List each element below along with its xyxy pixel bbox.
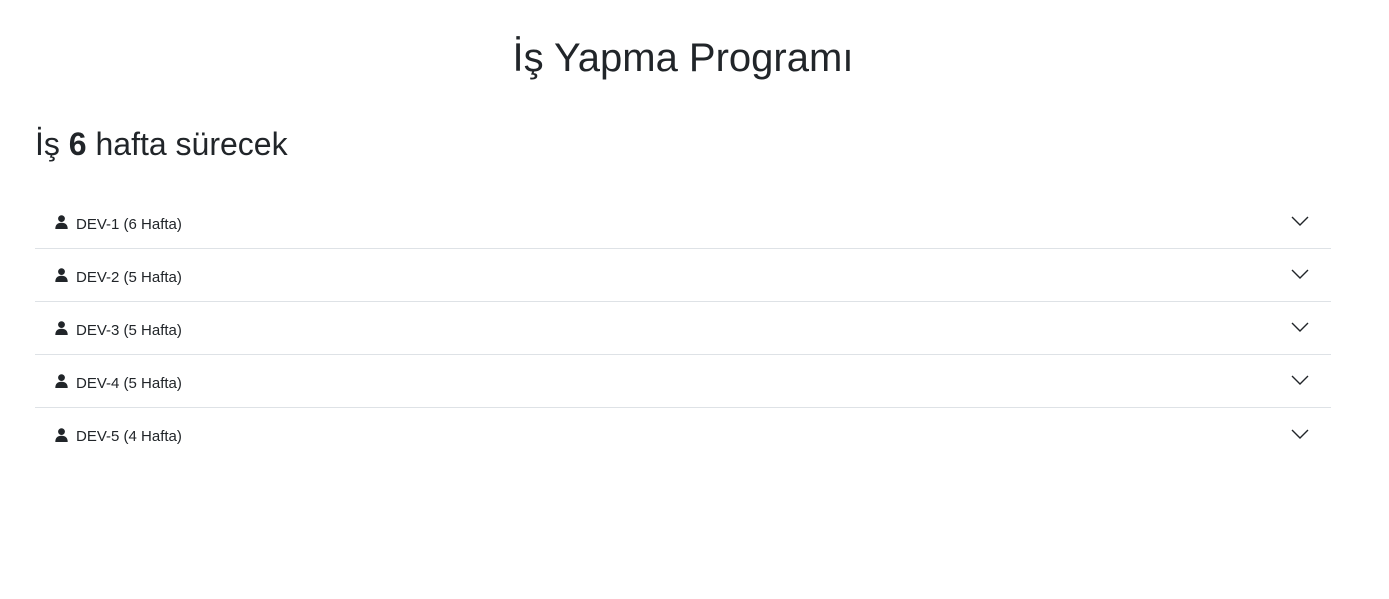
accordion-item-dev-1[interactable]: DEV-1 (6 Hafta) [35,196,1331,249]
user-icon [55,374,68,388]
duration-summary: İş 6 hafta sürecek [35,124,1331,164]
page-container: İş Yapma Programı İş 6 hafta sürecek DEV… [35,0,1331,461]
user-icon [55,215,68,229]
accordion-header: DEV-3 (5 Hafta) [35,318,182,339]
accordion-item-dev-4[interactable]: DEV-4 (5 Hafta) [35,355,1331,408]
chevron-down-icon[interactable] [1291,375,1309,385]
chevron-down-icon[interactable] [1291,322,1309,332]
accordion-item-label: DEV-2 (5 Hafta) [76,268,182,286]
accordion-header: DEV-4 (5 Hafta) [35,371,182,392]
accordion-item-label: DEV-1 (6 Hafta) [76,215,182,233]
chevron-down-icon[interactable] [1291,269,1309,279]
accordion-header: DEV-1 (6 Hafta) [35,212,182,233]
developer-accordion: DEV-1 (6 Hafta) DEV-2 (5 Hafta) DEV-3 (5… [35,196,1331,461]
user-icon [55,268,68,282]
page-title: İş Yapma Programı [512,36,854,80]
summary-weeks: 6 [68,126,87,162]
accordion-item-label: DEV-3 (5 Hafta) [76,321,182,339]
accordion-header: DEV-5 (4 Hafta) [35,424,182,445]
summary-suffix: hafta sürecek [95,126,288,162]
accordion-item-dev-2[interactable]: DEV-2 (5 Hafta) [35,249,1331,302]
accordion-item-label: DEV-5 (4 Hafta) [76,428,182,445]
user-icon [55,321,68,335]
accordion-item-dev-3[interactable]: DEV-3 (5 Hafta) [35,302,1331,355]
chevron-down-icon[interactable] [1291,429,1309,439]
user-icon [55,427,68,442]
accordion-item-dev-5[interactable]: DEV-5 (4 Hafta) [35,408,1331,461]
accordion-header: DEV-2 (5 Hafta) [35,265,182,286]
summary-prefix: İş [35,126,60,162]
chevron-down-icon[interactable] [1291,216,1309,226]
accordion-item-label: DEV-4 (5 Hafta) [76,374,182,392]
